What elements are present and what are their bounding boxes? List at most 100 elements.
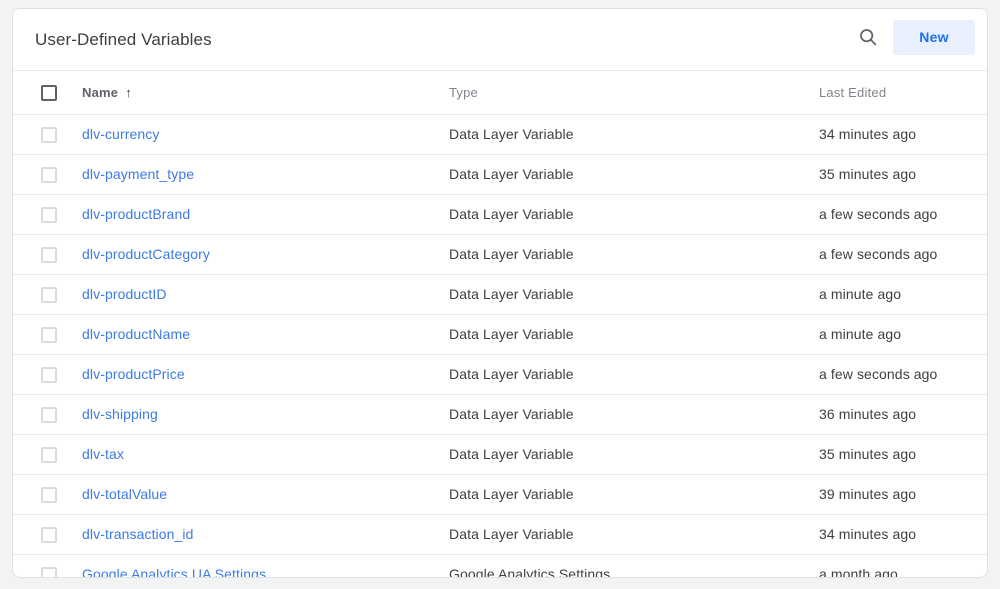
column-header-name[interactable]: Name ↑ bbox=[80, 71, 449, 115]
row-select-cell bbox=[13, 515, 80, 555]
variable-type-text: Data Layer Variable bbox=[449, 366, 574, 382]
variable-type-text: Data Layer Variable bbox=[449, 166, 574, 182]
row-last-edited-cell: a minute ago bbox=[819, 315, 987, 355]
variable-type-text: Data Layer Variable bbox=[449, 286, 574, 302]
row-checkbox[interactable] bbox=[41, 327, 57, 343]
row-type-cell: Data Layer Variable bbox=[449, 475, 819, 515]
new-button[interactable]: New bbox=[893, 20, 975, 55]
page-title: User-Defined Variables bbox=[35, 30, 212, 50]
row-checkbox[interactable] bbox=[41, 127, 57, 143]
row-type-cell: Data Layer Variable bbox=[449, 115, 819, 155]
variable-name-link[interactable]: dlv-productPrice bbox=[82, 366, 185, 382]
variable-name-link[interactable]: dlv-transaction_id bbox=[82, 526, 194, 542]
variable-last-edited-text: a few seconds ago bbox=[819, 366, 937, 382]
table-row[interactable]: dlv-totalValue Data Layer Variable39 minu… bbox=[13, 475, 987, 515]
variable-last-edited-text: a minute ago bbox=[819, 286, 901, 302]
variable-name-link[interactable]: dlv-currency bbox=[82, 126, 159, 142]
search-icon bbox=[857, 26, 879, 48]
row-select-cell bbox=[13, 475, 80, 515]
table-header: Name ↑ Type Last Edited bbox=[13, 71, 987, 115]
row-select-cell bbox=[13, 155, 80, 195]
row-name-cell: dlv-shipping bbox=[80, 395, 449, 435]
row-name-cell: dlv-totalValue bbox=[80, 475, 449, 515]
select-all-checkbox[interactable] bbox=[41, 85, 57, 101]
row-last-edited-cell: a few seconds ago bbox=[819, 195, 987, 235]
variable-last-edited-text: 34 minutes ago bbox=[819, 526, 916, 542]
row-select-cell bbox=[13, 235, 80, 275]
column-header-type-label: Type bbox=[449, 85, 478, 100]
row-checkbox[interactable] bbox=[41, 167, 57, 183]
row-type-cell: Data Layer Variable bbox=[449, 195, 819, 235]
row-checkbox[interactable] bbox=[41, 287, 57, 303]
table-row[interactable]: dlv-shipping Data Layer Variable 36 minute… bbox=[13, 395, 987, 435]
variable-last-edited-text: 39 minutes ago bbox=[819, 486, 916, 502]
search-button[interactable] bbox=[849, 18, 887, 56]
variable-last-edited-text: a few seconds ago bbox=[819, 246, 937, 262]
row-last-edited-cell: a few seconds ago bbox=[819, 355, 987, 395]
row-last-edited-cell: a month ago bbox=[819, 555, 987, 579]
sort-ascending-icon: ↑ bbox=[125, 86, 132, 99]
row-type-cell: Data Layer Variable bbox=[449, 235, 819, 275]
variable-name-link[interactable]: dlv-tax bbox=[82, 446, 124, 462]
variable-type-text: Data Layer Variable bbox=[449, 326, 574, 342]
row-checkbox[interactable] bbox=[41, 407, 57, 423]
row-name-cell: dlv-productBrand bbox=[80, 195, 449, 235]
variable-last-edited-text: a few seconds ago bbox=[819, 206, 937, 222]
table-row[interactable]: dlv-productID Data Layer Variable a minute… bbox=[13, 275, 987, 315]
table-row[interactable]: dlv-productCategory Data Layer Variablea … bbox=[13, 235, 987, 275]
table-row[interactable]: dlv-transaction_id Data Layer Variable34 … bbox=[13, 515, 987, 555]
column-header-type[interactable]: Type bbox=[449, 71, 819, 115]
variable-last-edited-text: 35 minutes ago bbox=[819, 446, 916, 462]
variable-name-link[interactable]: dlv-payment_type bbox=[82, 166, 194, 182]
row-checkbox[interactable] bbox=[41, 527, 57, 543]
row-name-cell: dlv-productPrice bbox=[80, 355, 449, 395]
header-actions: New bbox=[849, 18, 975, 56]
table-row[interactable]: dlv-currency Data Layer Variable34 minute… bbox=[13, 115, 987, 155]
row-checkbox[interactable] bbox=[41, 367, 57, 383]
row-type-cell: Data Layer Variable bbox=[449, 315, 819, 355]
variable-name-link[interactable]: dlv-productBrand bbox=[82, 206, 190, 222]
variable-name-link[interactable]: dlv-productCategory bbox=[82, 246, 210, 262]
table-row[interactable]: dlv-tax Data Layer Variable 35 minutes ago bbox=[13, 435, 987, 475]
variable-type-text: Data Layer Variable bbox=[449, 446, 574, 462]
row-select-cell bbox=[13, 275, 80, 315]
row-last-edited-cell: 39 minutes ago bbox=[819, 475, 987, 515]
variable-type-text: Google Analytics Settings bbox=[449, 566, 610, 578]
row-checkbox[interactable] bbox=[41, 567, 57, 578]
column-header-last-edited[interactable]: Last Edited bbox=[819, 71, 987, 115]
row-select-cell bbox=[13, 435, 80, 475]
row-checkbox[interactable] bbox=[41, 447, 57, 463]
row-last-edited-cell: 34 minutes ago bbox=[819, 115, 987, 155]
row-type-cell: Data Layer Variable bbox=[449, 355, 819, 395]
variable-last-edited-text: 36 minutes ago bbox=[819, 406, 916, 422]
variable-last-edited-text: a month ago bbox=[819, 566, 898, 578]
row-type-cell: Data Layer Variable bbox=[449, 395, 819, 435]
table-row[interactable]: dlv-productBrand Data Layer Variable a few… bbox=[13, 195, 987, 235]
variable-name-link[interactable]: dlv-productName bbox=[82, 326, 190, 342]
variable-name-link[interactable]: Google Analytics UA Settings bbox=[82, 566, 266, 578]
row-type-cell: Data Layer Variable bbox=[449, 435, 819, 475]
table-row[interactable]: dlv-payment_typeData Layer Variable35 mi… bbox=[13, 155, 987, 195]
row-name-cell: dlv-productCategory bbox=[80, 235, 449, 275]
row-name-cell: dlv-productName bbox=[80, 315, 449, 355]
variable-name-link[interactable]: dlv-shipping bbox=[82, 406, 158, 422]
table-row[interactable]: Google Analytics UA Settings Google Analy… bbox=[13, 555, 987, 579]
table-row[interactable]: dlv-productPrice Data Layer Variable a few… bbox=[13, 355, 987, 395]
variables-table: Name ↑ Type Last Edited dlv-currency Data… bbox=[13, 70, 987, 578]
variable-name-link[interactable]: dlv-productID bbox=[82, 286, 167, 302]
row-name-cell: Google Analytics UA Settings bbox=[80, 555, 449, 579]
row-last-edited-cell: 35 minutes ago bbox=[819, 435, 987, 475]
variable-type-text: Data Layer Variable bbox=[449, 406, 574, 422]
variable-name-link[interactable]: dlv-totalValue bbox=[82, 486, 167, 502]
row-name-cell: dlv-tax bbox=[80, 435, 449, 475]
variable-type-text: Data Layer Variable bbox=[449, 206, 574, 222]
row-name-cell: dlv-productID bbox=[80, 275, 449, 315]
row-checkbox[interactable] bbox=[41, 247, 57, 263]
row-type-cell: Data Layer Variable bbox=[449, 515, 819, 555]
row-checkbox[interactable] bbox=[41, 207, 57, 223]
row-checkbox[interactable] bbox=[41, 487, 57, 503]
table-row[interactable]: dlv-productName Data Layer Variable a minu… bbox=[13, 315, 987, 355]
row-select-cell bbox=[13, 195, 80, 235]
row-select-cell bbox=[13, 555, 80, 579]
select-all-cell bbox=[13, 71, 80, 115]
